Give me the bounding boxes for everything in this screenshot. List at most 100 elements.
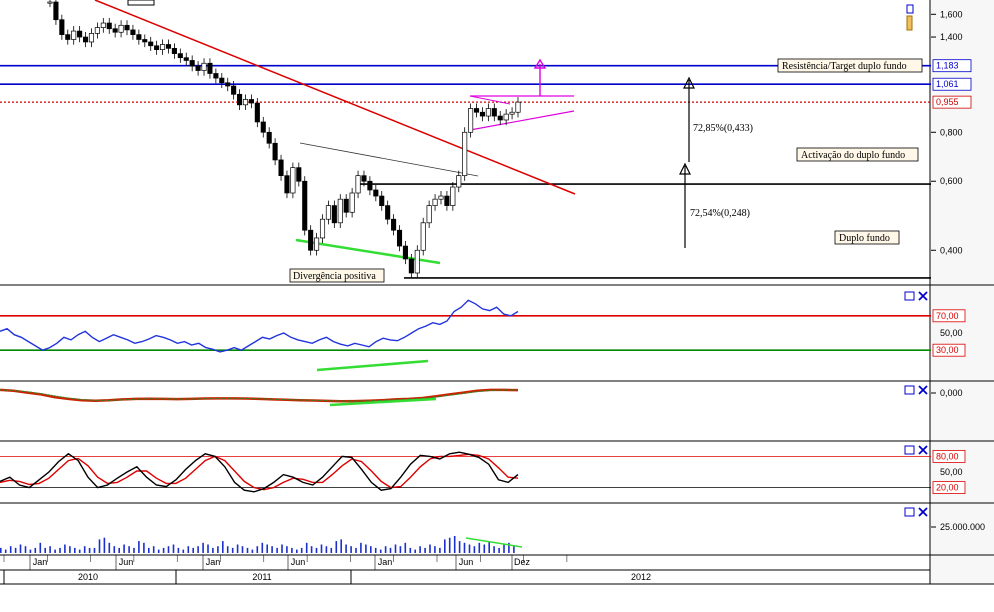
- date-axis: Jan Jun Jan Jun Jan Jun Dez 2010 2011 2012: [0, 555, 994, 585]
- candle-body-59: [396, 229, 403, 247]
- volume-bar-12: [59, 547, 61, 553]
- candle-body-29: [219, 77, 225, 84]
- candle-body-33: [242, 99, 249, 106]
- panel-scroll-icon[interactable]: [906, 4, 914, 14]
- rsi-line: [0, 299, 519, 353]
- candle-body-75: [491, 108, 497, 117]
- volume-bar-53: [261, 542, 264, 553]
- stochastic-maximize-icon[interactable]: [904, 445, 915, 455]
- candle-body-7: [88, 33, 95, 43]
- month-label-2: Jan: [206, 557, 221, 567]
- volume-bar-49: [241, 546, 244, 553]
- stochastic-close-icon[interactable]: [918, 445, 928, 455]
- chart-svg: 1,600 1,400 0,800 0,600 0,400 1,183 1,061 0,95…: [0, 0, 994, 585]
- volume-bar-2: [9, 546, 12, 553]
- macd-maximize-icon[interactable]: [904, 385, 915, 395]
- month-label-0: Jan: [33, 557, 48, 567]
- rsi-ticks: 70,00 50,00 30,00: [0, 309, 966, 357]
- candle-body-26: [201, 62, 207, 71]
- volume-bar-81: [399, 546, 402, 553]
- volume-bar-31: [152, 546, 155, 553]
- month-label-1: Jun: [119, 557, 134, 567]
- candle-body-11: [112, 28, 118, 33]
- candle-body-5: [77, 30, 83, 38]
- candle-body-45: [314, 237, 320, 251]
- volume-bar-58: [286, 546, 288, 553]
- candle-body-61: [408, 258, 414, 274]
- candle-body-79: [515, 101, 521, 113]
- candle-body-23: [183, 57, 189, 61]
- volume-bar-91: [448, 537, 451, 553]
- volume-bar-17: [83, 546, 86, 553]
- candle-body-66: [438, 195, 444, 200]
- panel-slider-icon[interactable]: [906, 15, 913, 31]
- volume-bar-7: [34, 547, 37, 553]
- month-label-6: Dez: [514, 557, 531, 567]
- volume-bar-3: [14, 547, 17, 553]
- rsi-tick-label-1: 50,00: [940, 328, 963, 338]
- candle-body-71: [468, 108, 474, 133]
- volume-bar-35: [172, 544, 175, 553]
- volume-bar-87: [429, 544, 431, 553]
- price-panel: 1,600 1,400 0,800 0,600 0,400 1,183 1,061 0,95…: [0, 0, 972, 283]
- volume-bar-88: [434, 546, 436, 553]
- rsi-divergence-line: [316, 359, 429, 372]
- volume-bar-52: [256, 546, 259, 553]
- volume-bars: [0, 536, 515, 553]
- volume-bar-43: [212, 547, 214, 553]
- candle-body-52: [355, 175, 361, 194]
- candle-body-74: [485, 108, 491, 117]
- volume-bar-56: [276, 547, 278, 553]
- candle-body-4: [71, 30, 77, 40]
- candle-body-3: [65, 34, 71, 40]
- volume-bar-37: [182, 549, 185, 553]
- year-label-1: 2011: [252, 572, 271, 582]
- price-level-label-1: 1,061: [936, 79, 959, 89]
- volume-bar-16: [78, 549, 81, 553]
- volume-bar-25: [123, 544, 125, 553]
- volume-bar-63: [310, 546, 313, 553]
- volume-bar-10: [49, 546, 51, 553]
- candle-body-70: [462, 131, 468, 177]
- pennant-bottom: [469, 110, 575, 131]
- candle-body-48: [331, 205, 337, 224]
- candle-body-16: [142, 39, 148, 43]
- volume-close-icon[interactable]: [918, 507, 928, 517]
- candle-body-17: [148, 41, 154, 47]
- volume-bar-95: [468, 544, 471, 553]
- candle-body-57: [385, 205, 391, 220]
- volume-bar-71: [350, 546, 352, 553]
- candle-body-62: [414, 249, 420, 274]
- volume-bar-65: [320, 544, 323, 553]
- volume-bar-28: [138, 541, 140, 553]
- candle-body-14: [130, 29, 136, 35]
- candle-body-53: [361, 175, 367, 182]
- stochastic-panel: 80,00 50,00 20,00: [0, 449, 966, 495]
- candle-body-43: [302, 180, 308, 231]
- rsi-maximize-icon[interactable]: [904, 291, 915, 301]
- volume-bar-68: [335, 541, 338, 553]
- candle-body-49: [337, 198, 343, 224]
- annotation-resistance: Resistência/Target duplo fundo: [777, 58, 923, 73]
- volume-bar-60: [296, 549, 298, 553]
- volume-bar-27: [133, 547, 135, 553]
- volume-bar-36: [177, 547, 180, 553]
- volume-bar-44: [217, 546, 219, 553]
- volume-bar-75: [370, 546, 372, 553]
- macd-panel: 0,000: [0, 388, 963, 407]
- volume-bar-13: [64, 544, 66, 553]
- panel-controls[interactable]: [904, 291, 928, 517]
- volume-maximize-icon[interactable]: [904, 507, 915, 517]
- volume-bar-77: [379, 549, 382, 553]
- volume-bar-0: [0, 547, 2, 553]
- volume-bar-1: [4, 549, 7, 553]
- candle-body-73: [479, 111, 486, 117]
- volume-bar-24: [118, 547, 120, 553]
- macd-close-icon[interactable]: [918, 385, 928, 395]
- volume-bar-45: [222, 541, 224, 553]
- candle-body-13: [124, 24, 130, 31]
- candle-body-46: [319, 218, 326, 239]
- candle-body-42: [296, 167, 302, 182]
- candle-body-50: [343, 198, 349, 213]
- rsi-close-icon[interactable]: [918, 291, 928, 301]
